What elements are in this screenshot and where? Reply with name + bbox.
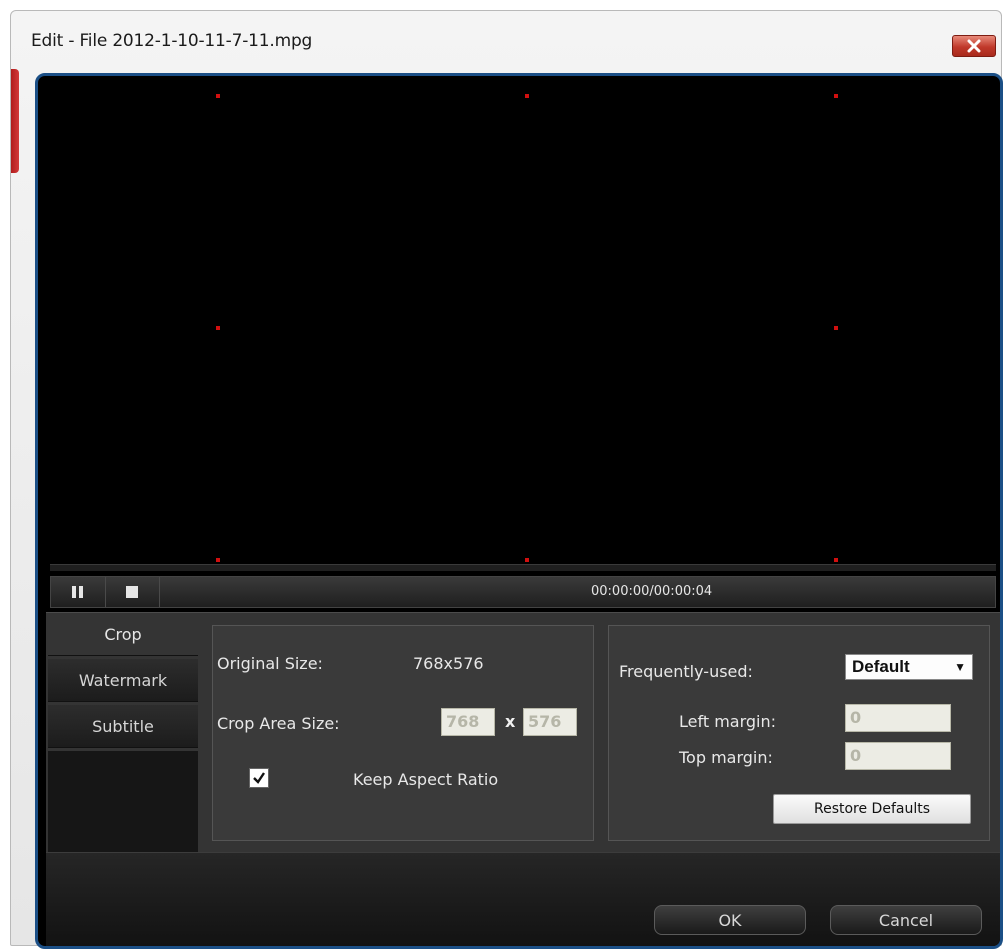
crop-handle-middle-right[interactable]: [834, 326, 838, 330]
crop-handle-middle-left[interactable]: [216, 326, 220, 330]
original-size-value: 768x576: [413, 654, 484, 673]
video-preview[interactable]: [46, 82, 994, 568]
close-button[interactable]: [952, 35, 996, 57]
frequently-used-dropdown[interactable]: Default ▼: [845, 654, 973, 680]
time-display: 00:00:00/00:00:04: [591, 584, 713, 599]
tab-crop[interactable]: Crop: [48, 613, 198, 656]
check-icon: [253, 772, 265, 784]
crop-handle-top-right[interactable]: [834, 94, 838, 98]
crop-settings-box: Original Size: 768x576 Crop Area Size: 7…: [212, 625, 594, 841]
crop-handle-bottom-right[interactable]: [834, 558, 838, 562]
left-margin-label: Left margin:: [679, 712, 777, 731]
top-margin-field[interactable]: 0: [845, 742, 951, 770]
crop-height-field[interactable]: 576: [523, 708, 577, 736]
playback-controls: 00:00:00/00:00:04: [50, 576, 996, 608]
top-margin-label: Top margin:: [679, 748, 773, 767]
cancel-button[interactable]: Cancel: [830, 905, 982, 935]
edit-panel: Crop Watermark Subtitle Original Size: 7…: [46, 612, 1000, 853]
tab-subtitle[interactable]: Subtitle: [48, 705, 198, 748]
margin-settings-box: Frequently-used: Default ▼ Left margin: …: [608, 625, 990, 841]
crop-handle-bottom-center[interactable]: [525, 558, 529, 562]
original-size-label: Original Size:: [217, 654, 323, 673]
editor-frame: 00:00:00/00:00:04 Crop Watermark Subtitl…: [35, 73, 1003, 949]
crop-width-field[interactable]: 768: [441, 708, 495, 736]
crop-handle-top-left[interactable]: [216, 94, 220, 98]
ok-button[interactable]: OK: [654, 905, 806, 935]
crop-area-size-label: Crop Area Size:: [217, 714, 340, 733]
crop-handle-top-center[interactable]: [525, 94, 529, 98]
dialog-footer: OK Cancel: [46, 852, 1000, 946]
background-window-edge: [11, 69, 19, 173]
left-margin-field[interactable]: 0: [845, 704, 951, 732]
restore-defaults-button[interactable]: Restore Defaults: [773, 794, 971, 824]
stop-button[interactable]: [105, 577, 160, 607]
seek-bar[interactable]: [50, 564, 996, 571]
window-title: Edit - File 2012-1-10-11-7-11.mpg: [31, 31, 313, 51]
crop-x-separator: x: [505, 712, 516, 731]
keep-aspect-ratio-checkbox[interactable]: [249, 768, 269, 788]
edit-dialog: Edit - File 2012-1-10-11-7-11.mpg 00:00:…: [10, 10, 1003, 949]
stop-icon: [126, 586, 138, 598]
tab-watermark[interactable]: Watermark: [48, 659, 198, 702]
pause-icon: [72, 586, 83, 598]
frequently-used-label: Frequently-used:: [619, 662, 753, 681]
pause-button[interactable]: [51, 577, 106, 607]
keep-aspect-ratio-label: Keep Aspect Ratio: [353, 770, 499, 789]
crop-handle-bottom-left[interactable]: [216, 558, 220, 562]
chevron-down-icon: ▼: [954, 660, 966, 674]
frequently-used-value: Default: [852, 657, 910, 676]
tab-list-empty-area: [48, 751, 198, 853]
close-icon: [967, 39, 981, 53]
